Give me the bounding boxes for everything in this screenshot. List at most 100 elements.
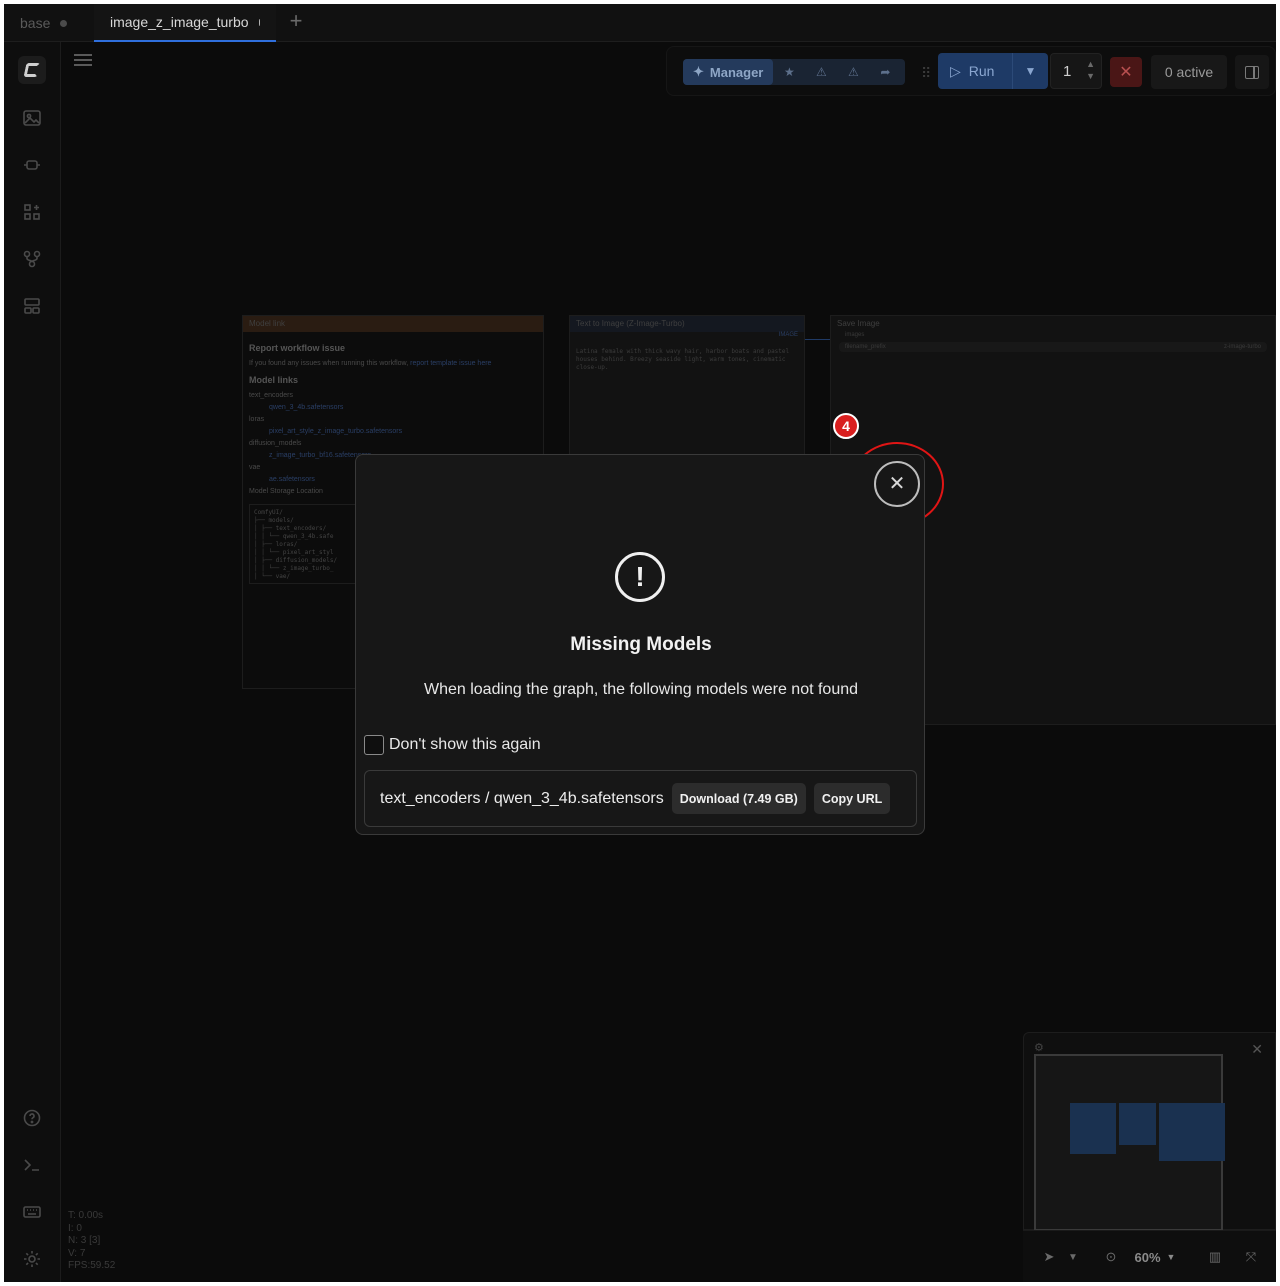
minimap-viewport[interactable] (1034, 1054, 1225, 1231)
new-tab-plus-icon[interactable]: + (284, 10, 308, 34)
help-icon[interactable] (20, 1106, 44, 1130)
note-intro-link[interactable]: report template issue here (410, 360, 491, 367)
tree-line: │ └── vae/ (254, 573, 291, 580)
active-queue-button[interactable]: 0 active (1151, 55, 1227, 89)
output-port-label[interactable]: IMAGE (570, 332, 804, 338)
minimap[interactable]: ⚙ ✕ (1023, 1032, 1276, 1231)
model-link[interactable]: pixel_art_style_z_image_turbo.safetensor… (249, 426, 537, 438)
warning-b-icon[interactable]: ⚠ (837, 59, 869, 85)
templates-icon[interactable] (20, 294, 44, 318)
section-name: loras (249, 416, 265, 423)
terminal-icon[interactable] (20, 1153, 44, 1177)
fit-view-icon[interactable]: ⊙ (1099, 1245, 1123, 1269)
copy-url-button[interactable]: Copy URL (813, 783, 891, 814)
node-library-icon[interactable] (20, 200, 44, 224)
sidebar (4, 42, 61, 1282)
model-library-icon[interactable] (20, 153, 44, 177)
dont-show-label: Don't show this again (389, 736, 541, 753)
node-title: Model link (243, 316, 543, 332)
stat-line: I: 0 (68, 1222, 82, 1234)
stat-line: V: 7 (68, 1247, 86, 1259)
action-toolbar: ✦ Manager ★ ⚠ ⚠ ➦ ⠿ ▷ Run ▼ 1 ▲ ▼ ✕ 0 act… (666, 46, 1276, 96)
tree-line: │ ├── text_encoders/ (254, 525, 327, 532)
workflows-icon[interactable] (20, 247, 44, 271)
keyboard-icon[interactable] (20, 1200, 44, 1224)
stat-line: FPS:59.52 (68, 1260, 116, 1272)
dialog-title: Missing Models (570, 634, 712, 655)
alert-circle-icon: ! (615, 552, 665, 602)
input-port-label[interactable]: images (831, 332, 1275, 338)
tree-line: │ │ └── z_image_turbo_ (254, 565, 334, 572)
node-title: Save Image (837, 319, 880, 328)
dialog-message: When loading the graph, the following mo… (423, 681, 859, 698)
folder-tree: ComfyUI/ ├── models/ │ ├── text_encoders… (249, 504, 359, 584)
text-to-image-node[interactable]: Text to Image (Z-Image-Turbo) IMAGE Lati… (569, 315, 805, 455)
puzzle-icon: ✦ (693, 64, 704, 79)
tab-label: base (20, 15, 51, 31)
manager-label: Manager (709, 64, 764, 80)
tree-line: ├── models/ (254, 517, 294, 524)
link-visibility-icon[interactable]: ⤧ (1239, 1245, 1263, 1269)
prompt-text[interactable]: Latina female with thick wavy hair, harb… (576, 348, 798, 372)
note-links-heading: Model links (249, 375, 299, 385)
filename-prefix-field[interactable]: filename_prefix z-image-turbo (839, 342, 1267, 352)
workflow-tab-bar: base image_z_image_turbo + (4, 4, 1276, 42)
zoom-chevron-down-icon: ▼ (1166, 1252, 1176, 1262)
minimap-settings-icon[interactable]: ⚙ (1034, 1041, 1044, 1054)
interrupt-close-icon[interactable]: ✕ (1110, 57, 1142, 87)
zoom-level[interactable]: 60% ▼ (1129, 1245, 1181, 1269)
manager-group: ✦ Manager ★ ⚠ ⚠ ➦ (683, 59, 905, 85)
dont-show-checkbox[interactable] (364, 735, 384, 755)
settings-gear-icon[interactable] (20, 1247, 44, 1271)
manager-button[interactable]: ✦ Manager (683, 59, 774, 85)
tree-line: │ ├── loras/ (254, 541, 298, 548)
run-button[interactable]: ▷ Run (938, 63, 1012, 80)
step-number-badge: 4 (833, 413, 859, 439)
tree-line: │ │ └── pixel_art_styl (254, 549, 334, 556)
tree-line: │ ├── diffusion_models/ (254, 557, 338, 564)
minimap-node (1070, 1103, 1116, 1154)
render-stats: T: 0.00s I: 0 N: 3 [3] V: 7 FPS:59.52 (68, 1210, 115, 1273)
missing-models-dialog: ✕ ! Missing Models When loading the grap… (355, 454, 925, 835)
comfy-logo-icon[interactable] (18, 56, 46, 84)
run-group: ▷ Run ▼ (938, 53, 1048, 89)
pointer-chevron-down-icon[interactable]: ▼ (1065, 1245, 1081, 1269)
hamburger-menu-icon[interactable] (74, 54, 92, 68)
dont-show-again-option[interactable]: Don't show this again (364, 734, 541, 756)
canvas-controls: ➤ ▼ ⊙ 60% ▼ ▥ ⤧ (1023, 1230, 1276, 1282)
model-link[interactable]: qwen_3_4b.safetensors (249, 402, 537, 414)
warning-a-icon[interactable]: ⚠ (805, 59, 837, 85)
stat-line: N: 3 [3] (68, 1235, 101, 1247)
app-window: base image_z_image_turbo + ✦ Manager ★ ⚠… (4, 4, 1276, 1282)
field-label: filename_prefix (845, 344, 886, 350)
note-intro: If you found any issues when running thi… (249, 360, 409, 367)
drag-handle-icon[interactable]: ⠿ (921, 65, 931, 82)
download-button[interactable]: Download (7.49 GB) (671, 783, 806, 814)
stat-line: T: 0.00s (68, 1210, 104, 1221)
tab-image-z-image-turbo[interactable]: image_z_image_turbo (94, 4, 276, 42)
active-queue-label: 0 active (1164, 64, 1214, 80)
star-icon[interactable]: ★ (773, 59, 805, 85)
section-name: text_encoders (249, 392, 293, 399)
field-value: z-image-turbo (1223, 344, 1261, 350)
stepper-arrows-icon[interactable]: ▲ ▼ (1086, 58, 1095, 82)
play-icon: ▷ (950, 62, 961, 79)
run-mode-chevron-down-icon[interactable]: ▼ (1012, 53, 1048, 89)
model-path: text_encoders / qwen_3_4b.safetensors (380, 789, 664, 807)
tab-label: image_z_image_turbo (110, 14, 249, 30)
section-name: diffusion_models (249, 440, 302, 447)
images-icon[interactable] (20, 106, 44, 130)
minimap-node (1119, 1103, 1156, 1145)
close-icon[interactable]: ✕ (874, 461, 920, 507)
share-arrow-icon[interactable]: ➦ (869, 59, 901, 85)
queue-count-stepper[interactable]: 1 ▲ ▼ (1050, 53, 1102, 89)
zoom-label: 60% (1134, 1249, 1161, 1265)
tab-base[interactable]: base (4, 4, 83, 42)
select-pointer-icon[interactable]: ➤ (1037, 1245, 1061, 1269)
missing-model-row: text_encoders / qwen_3_4b.safetensors Do… (364, 770, 917, 827)
minimap-toggle-icon[interactable]: ▥ (1203, 1245, 1227, 1269)
toggle-panel-icon[interactable] (1235, 55, 1269, 89)
minimap-close-icon[interactable]: ✕ (1251, 1041, 1263, 1058)
note-heading: Report workflow issue (249, 343, 346, 353)
queue-count-value: 1 (1063, 62, 1072, 80)
